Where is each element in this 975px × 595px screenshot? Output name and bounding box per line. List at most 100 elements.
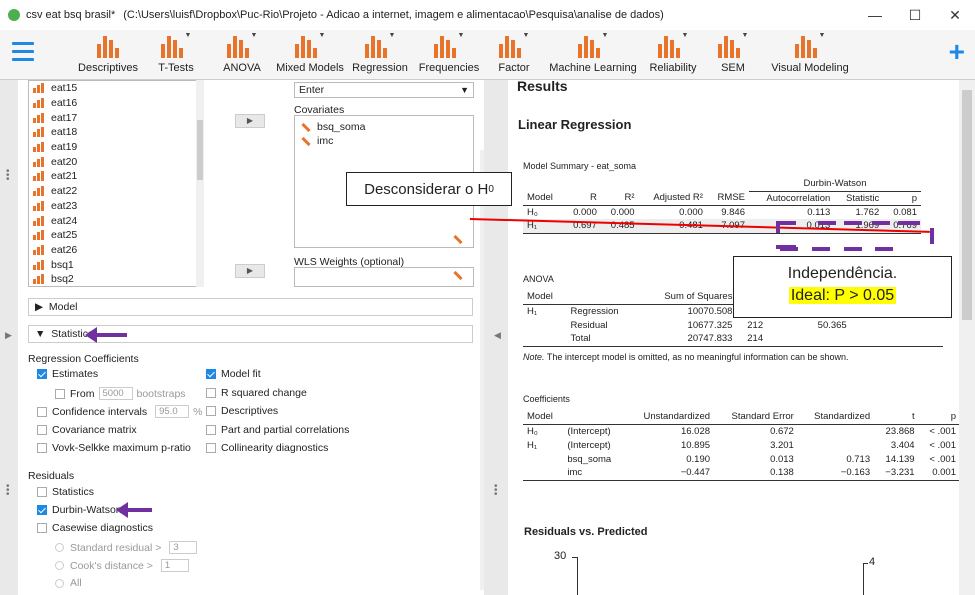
- ribbon-label: ANOVA: [223, 62, 261, 74]
- table-row: imc −0.447 0.138 −0.163 −3.231 0.001: [523, 466, 959, 480]
- annotation-dash: [930, 228, 934, 244]
- annotation-dash: [776, 221, 780, 233]
- estimates-checkbox[interactable]: Estimates: [37, 368, 98, 380]
- ordinal-variable-icon: [33, 230, 45, 241]
- anova-note: The intercept model is omitted, as no me…: [544, 352, 849, 362]
- part-partial-checkbox[interactable]: Part and partial correlations: [206, 424, 349, 436]
- results-scrollbar[interactable]: [959, 80, 975, 595]
- left-splitter[interactable]: • • • ▶ • • •: [0, 80, 18, 595]
- anova-icon: ▼: [212, 32, 272, 58]
- covariate-item[interactable]: imc: [301, 134, 473, 148]
- ribbon-factor[interactable]: ▼ Factor: [487, 32, 541, 74]
- variable-item[interactable]: eat21: [29, 169, 203, 184]
- ribbon-label: Reliability: [649, 62, 697, 74]
- sem-icon: ▼: [708, 32, 758, 58]
- ribbon-descriptives[interactable]: Descriptives: [70, 32, 146, 74]
- add-module-icon[interactable]: +: [949, 36, 965, 68]
- variable-item[interactable]: eat18: [29, 125, 203, 140]
- variable-list-scrollbar[interactable]: [196, 80, 204, 287]
- variable-item[interactable]: bsq2: [29, 272, 203, 287]
- ribbon-label: Frequencies: [418, 62, 480, 74]
- frequencies-icon: ▼: [407, 32, 491, 58]
- close-button[interactable]: ✕: [935, 0, 975, 30]
- minimize-button[interactable]: —: [855, 0, 895, 30]
- bootstrap-checkbox[interactable]: From 5000 bootstraps: [55, 387, 186, 400]
- variable-item[interactable]: bsq1: [29, 257, 203, 272]
- annotation-independence: Independência. Ideal: P > 0.05: [733, 256, 952, 318]
- variable-item[interactable]: eat16: [29, 96, 203, 111]
- annotation-arrow: [85, 327, 127, 343]
- ribbon-visual-modeling[interactable]: ▼ Visual Modeling: [762, 32, 858, 74]
- descriptives-checkbox[interactable]: Descriptives: [206, 405, 278, 417]
- residuals-plot-title: Residuals vs. Predicted: [524, 526, 648, 538]
- move-wls-button[interactable]: ▶: [235, 264, 265, 278]
- wls-weights-box[interactable]: [294, 267, 474, 287]
- collinearity-checkbox[interactable]: Collinearity diagnostics: [206, 442, 328, 454]
- ribbon-machine-learning[interactable]: ▼ Machine Learning: [540, 32, 646, 74]
- ribbon-reliability[interactable]: ▼ Reliability: [638, 32, 708, 74]
- grip-icon: • • •: [6, 166, 10, 185]
- residuals-label: Residuals: [28, 470, 75, 482]
- confidence-intervals-checkbox[interactable]: Confidence intervals 95.0%: [37, 405, 202, 418]
- column-header: Unstandardized: [643, 411, 711, 423]
- ordinal-variable-icon: [33, 112, 45, 123]
- method-select[interactable]: Enter ▼: [294, 82, 474, 98]
- covariance-matrix-checkbox[interactable]: Covariance matrix: [37, 424, 137, 436]
- variable-item[interactable]: eat23: [29, 199, 203, 214]
- hamburger-menu-icon[interactable]: [12, 42, 34, 62]
- annotation-ignore-h0: Desconsiderar o H0: [346, 172, 512, 206]
- variable-item[interactable]: eat19: [29, 140, 203, 155]
- all-radio[interactable]: All: [55, 577, 82, 589]
- variable-item[interactable]: eat25: [29, 228, 203, 243]
- ribbon-regression[interactable]: ▼ Regression: [343, 32, 417, 74]
- collapse-arrow-icon[interactable]: ◀: [494, 331, 501, 340]
- model-section[interactable]: ▶ Model: [28, 298, 473, 316]
- durbin-watson-checkbox[interactable]: Durbin-Watson: [37, 504, 122, 516]
- cooks-distance-radio[interactable]: Cook's distance >1: [55, 559, 193, 572]
- variable-item[interactable]: eat20: [29, 154, 203, 169]
- casewise-diagnostics-checkbox[interactable]: Casewise diagnostics: [37, 522, 153, 534]
- variable-item[interactable]: eat17: [29, 110, 203, 125]
- table-row: H₀ 0.000 0.000 0.000 9.846 0.113 1.762 0.081: [527, 206, 917, 218]
- model-fit-checkbox[interactable]: Model fit: [206, 368, 261, 380]
- move-covariate-button[interactable]: ▶: [235, 114, 265, 128]
- r-squared-change-checkbox[interactable]: R squared change: [206, 387, 307, 399]
- note-label: Note.: [523, 352, 545, 362]
- ribbon-frequencies[interactable]: ▼ Frequencies: [407, 32, 491, 74]
- standard-residual-radio[interactable]: Standard residual >3: [55, 541, 201, 554]
- residual-statistics-checkbox[interactable]: Statistics: [37, 486, 94, 498]
- vovk-sellke-checkbox[interactable]: Vovk-Selkke maximum p-ratio: [37, 442, 191, 454]
- anova-title: ANOVA: [523, 274, 554, 284]
- column-header: [567, 290, 639, 304]
- column-header: RMSE: [717, 192, 745, 204]
- ribbon-t-tests[interactable]: ▼ T-Tests: [148, 32, 204, 74]
- column-header: R²: [624, 192, 635, 204]
- expand-arrow-icon[interactable]: ▶: [5, 331, 12, 340]
- scale-variable-icon: [301, 122, 311, 132]
- variable-item[interactable]: eat22: [29, 184, 203, 199]
- column-header: Model: [527, 411, 553, 423]
- ribbon-mixed-models[interactable]: ▼ Mixed Models: [268, 32, 352, 74]
- ribbon-sem[interactable]: ▼ SEM: [708, 32, 758, 74]
- ordinal-variable-icon: [33, 171, 45, 182]
- results-splitter[interactable]: ◀ • • •: [484, 80, 508, 595]
- variable-item[interactable]: eat24: [29, 213, 203, 228]
- annotation-arrow: [116, 502, 152, 518]
- maximize-button[interactable]: ☐: [895, 0, 935, 30]
- ribbon-label: T-Tests: [158, 62, 194, 74]
- column-header: Adjusted R²: [653, 192, 703, 204]
- ordinal-variable-icon: [33, 142, 45, 153]
- table-row: Residual 10677.325 212 50.365: [570, 319, 847, 331]
- ribbon-label: SEM: [721, 62, 745, 74]
- variable-list[interactable]: eat15 eat16 eat17 eat18 eat19 eat20 eat21 eat22…: [28, 80, 204, 287]
- covariate-item[interactable]: bsq_soma: [301, 120, 473, 134]
- variable-item[interactable]: eat26: [29, 243, 203, 258]
- annotation-dash: [898, 221, 920, 225]
- ribbon-anova[interactable]: ▼ ANOVA: [212, 32, 272, 74]
- annotation-dash: [875, 247, 893, 251]
- ordinal-variable-icon: [33, 156, 45, 167]
- variable-item[interactable]: eat15: [29, 81, 203, 96]
- factor-icon: ▼: [487, 32, 541, 58]
- ordinal-variable-icon: [33, 259, 45, 270]
- ordinal-variable-icon: [33, 186, 45, 197]
